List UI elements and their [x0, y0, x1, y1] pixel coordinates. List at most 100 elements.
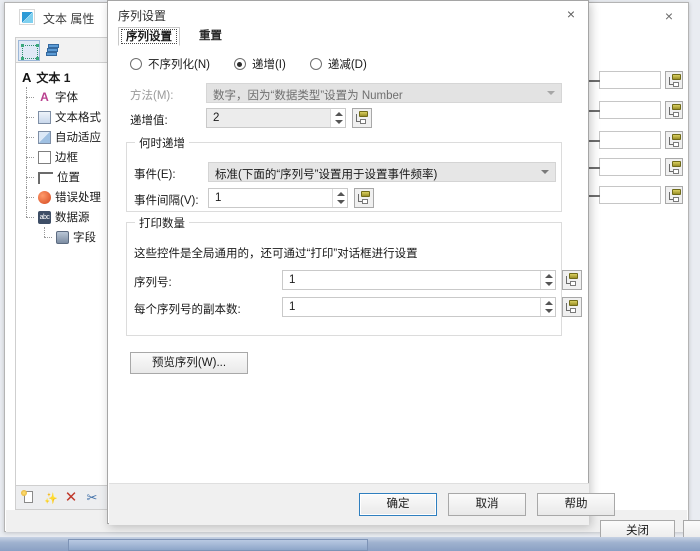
tab-label: 序列设置 — [126, 31, 172, 43]
folder-tree-icon — [668, 74, 681, 87]
radio-indicator — [309, 58, 322, 70]
taskbar-window-button[interactable] — [68, 539, 368, 551]
sidebar-item-font[interactable]: A 字体 — [16, 87, 109, 107]
tree-root-item[interactable]: A 文本 1 — [16, 67, 109, 87]
radio-increment[interactable]: 递增(I) — [233, 56, 286, 72]
event-interval-label: 事件间隔(V): — [134, 195, 199, 207]
new-page-icon[interactable] — [21, 490, 37, 506]
magic-wand-icon[interactable]: ✨ — [42, 490, 58, 506]
radio-decrement[interactable]: 递减(D) — [309, 56, 367, 72]
copies-per-serial-label: 每个序列号的副本数: — [134, 304, 241, 316]
event-select[interactable]: 标准(下面的“序列号”设置用于设置事件频率) — [208, 162, 556, 182]
stepper-down-icon[interactable] — [545, 309, 553, 313]
dialog-footer: 确定 取消 帮助 — [109, 483, 615, 525]
sidebar-item-label: 数据源 — [55, 212, 90, 224]
browse-button[interactable] — [665, 131, 683, 149]
copies-per-serial-value: 1 — [289, 301, 296, 313]
increment-stepper[interactable]: 2 — [206, 108, 346, 128]
stepper-down-icon[interactable] — [545, 282, 553, 286]
increment-value: 2 — [213, 112, 220, 124]
preview-sequence-button[interactable]: 预览序列(W)... — [130, 352, 248, 374]
method-label: 方法(M): — [130, 90, 174, 102]
tab-label: 重置 — [199, 30, 222, 42]
radio-indicator — [130, 58, 142, 70]
browse-button[interactable] — [665, 101, 683, 119]
folder-tree-icon — [357, 191, 370, 204]
mode-radio-group: 不序列化(N) 递增(I) 递减(D) — [130, 56, 367, 72]
browse-button[interactable] — [665, 186, 683, 204]
dialog-title: 序列设置 — [118, 9, 167, 23]
sidebar-item-label: 位置 — [57, 172, 80, 184]
radio-no-serialization[interactable]: 不序列化(N) — [130, 56, 210, 72]
cancel-button[interactable]: 取消 — [448, 493, 526, 516]
field-icon — [56, 230, 69, 244]
close-icon[interactable]: × — [562, 5, 580, 23]
sidebar-item-text-format[interactable]: 文本格式 — [16, 107, 109, 127]
tree-root-label: 文本 1 — [36, 70, 71, 85]
app-logo-icon — [19, 9, 35, 25]
dialog-titlebar: 序列设置 × — [108, 1, 588, 27]
stepper-up-icon[interactable] — [337, 192, 345, 196]
font-icon: A — [40, 89, 49, 104]
stepper-buttons[interactable] — [540, 298, 555, 316]
method-select: 数字，因为“数据类型”设置为 Number — [206, 83, 562, 103]
folder-tree-icon — [668, 161, 681, 174]
close-icon[interactable]: × — [660, 7, 678, 25]
auto-fit-icon — [38, 130, 51, 144]
radio-indicator — [233, 58, 246, 70]
serial-number-stepper[interactable]: 1 — [282, 270, 556, 290]
sidebar-item-label: 字体 — [55, 92, 78, 104]
stepper-buttons[interactable] — [330, 109, 345, 127]
increment-label: 递增值: — [130, 115, 168, 127]
event-interval-browse-button[interactable] — [354, 188, 374, 208]
increment-browse-button[interactable] — [352, 108, 372, 128]
layers-icon[interactable] — [42, 40, 64, 61]
copies-per-serial-stepper[interactable]: 1 — [282, 297, 556, 317]
ok-button[interactable]: 确定 — [359, 493, 437, 516]
radio-label: 不序列化(N) — [148, 59, 210, 71]
tab-reset[interactable]: 重置 — [192, 27, 229, 46]
stepper-buttons[interactable] — [540, 271, 555, 289]
event-value: 标准(下面的“序列号”设置用于设置事件频率) — [215, 169, 438, 181]
sidebar-item-position[interactable]: 位置 — [16, 167, 109, 187]
tab-strip: 序列设置 重置 — [118, 27, 578, 47]
sidebar-item-error-handling[interactable]: 错误处理 — [16, 187, 109, 207]
background-field-input[interactable] — [586, 158, 661, 176]
stepper-up-icon[interactable] — [545, 274, 553, 278]
group-caption: 何时递增 — [135, 135, 189, 151]
serial-number-browse-button[interactable] — [562, 270, 582, 290]
stepper-up-icon[interactable] — [335, 112, 343, 116]
chevron-down-icon — [547, 91, 555, 95]
border-icon — [38, 150, 51, 164]
serialization-panel: 不序列化(N) 递增(I) 递减(D) 方法(M): 数字，因为“数据类型”设置… — [118, 46, 582, 482]
browse-button[interactable] — [665, 158, 683, 176]
background-field-input[interactable] — [586, 101, 661, 119]
stepper-down-icon[interactable] — [337, 200, 345, 204]
node-select-icon[interactable] — [18, 40, 40, 61]
stepper-up-icon[interactable] — [545, 301, 553, 305]
stepper-buttons[interactable] — [332, 189, 347, 207]
radio-label: 递增(I) — [251, 59, 286, 71]
sidebar-item-auto-fit[interactable]: 自动适应 — [16, 127, 109, 147]
tab-serialization[interactable]: 序列设置 — [118, 27, 180, 46]
sidebar-item-border[interactable]: 边框 — [16, 147, 109, 167]
background-field-input[interactable] — [586, 71, 661, 89]
radio-label: 递减(D) — [327, 59, 367, 71]
browse-button[interactable] — [665, 71, 683, 89]
background-field-input[interactable] — [586, 186, 661, 204]
scissors-icon[interactable]: ✂ — [84, 490, 100, 506]
copies-per-serial-browse-button[interactable] — [562, 297, 582, 317]
chevron-down-icon[interactable] — [541, 170, 549, 174]
sidebar-item-label: 自动适应 — [55, 132, 101, 144]
serial-number-label: 序列号: — [134, 277, 172, 289]
sidebar-item-data-source[interactable]: abc 数据源 — [16, 207, 109, 227]
sidebar-item-field[interactable]: 字段 — [16, 227, 109, 247]
help-button[interactable]: 帮助 — [537, 493, 615, 516]
red-x-icon[interactable]: ✕ — [63, 490, 79, 506]
stepper-down-icon[interactable] — [335, 120, 343, 124]
event-interval-stepper[interactable]: 1 — [208, 188, 348, 208]
folder-tree-icon — [668, 104, 681, 117]
background-field-input[interactable] — [586, 131, 661, 149]
property-tree[interactable]: A 文本 1 A 字体 文本格式 自动适应 边框 位置 错误处理 abc 数据源… — [15, 63, 110, 486]
serialization-dialog: 序列设置 × 序列设置 重置 不序列化(N) 递增(I) 递减(D) 方法(M)… — [107, 0, 615, 525]
